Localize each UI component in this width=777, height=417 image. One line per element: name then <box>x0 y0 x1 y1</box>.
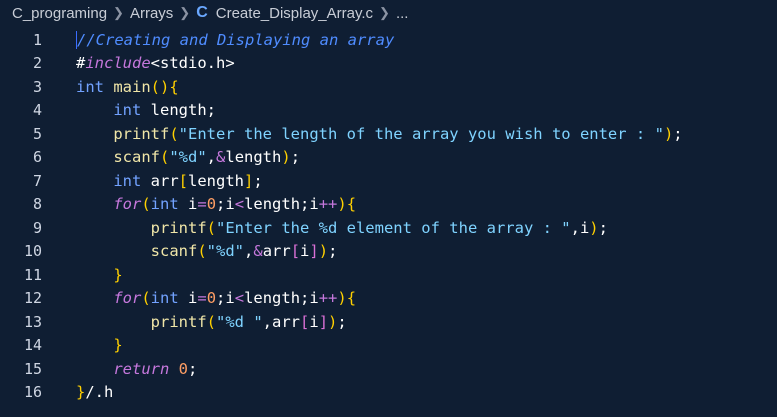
code-line[interactable]: 4 int length; <box>0 99 777 123</box>
code-line-text[interactable]: printf("Enter the length of the array yo… <box>76 125 682 143</box>
line-number: 5 <box>32 124 42 143</box>
line-number: 4 <box>32 101 42 120</box>
breadcrumb-more[interactable]: ... <box>396 5 409 22</box>
line-number: 16 <box>23 383 42 402</box>
code-line[interactable]: 5 printf("Enter the length of the array … <box>0 122 777 146</box>
code-line[interactable]: 12 for(int i=0;i<length;i++){ <box>0 287 777 311</box>
code-line[interactable]: 2 #include<stdio.h> <box>0 52 777 76</box>
code-line[interactable]: 14 } <box>0 334 777 358</box>
line-number: 6 <box>32 148 42 167</box>
line-number: 1 <box>32 30 42 49</box>
code-line[interactable]: 16 }/.h <box>0 381 777 405</box>
chevron-right-icon: ❯ <box>113 5 124 20</box>
code-line-text[interactable]: }/.h <box>76 383 113 401</box>
line-number: 14 <box>23 336 42 355</box>
code-line[interactable]: 1 //Creating and Displaying an array <box>0 28 777 52</box>
code-line-text[interactable]: int main(){ <box>76 78 179 96</box>
code-line-text[interactable]: for(int i=0;i<length;i++){ <box>76 289 356 307</box>
code-line[interactable]: 7 int arr[length]; <box>0 169 777 193</box>
code-line-text[interactable]: scanf("%d",&length); <box>76 148 300 166</box>
line-number: 9 <box>32 218 42 237</box>
code-line-text[interactable]: } <box>76 336 122 354</box>
breadcrumb-folder[interactable]: C_programing <box>12 5 107 22</box>
line-number: 15 <box>23 359 42 378</box>
line-number: 2 <box>32 54 42 73</box>
code-editor[interactable]: 1 //Creating and Displaying an array 2 #… <box>0 26 777 404</box>
code-line-text[interactable]: for(int i=0;i<length;i++){ <box>76 195 356 213</box>
chevron-right-icon: ❯ <box>179 5 191 20</box>
code-line[interactable]: 13 printf("%d ",arr[i]); <box>0 310 777 334</box>
code-line[interactable]: 15 return 0; <box>0 357 777 381</box>
code-line-text[interactable]: int length; <box>76 101 216 119</box>
breadcrumb-subfolder[interactable]: Arrays <box>130 5 173 22</box>
code-line[interactable]: 3 int main(){ <box>0 75 777 99</box>
code-line-text[interactable]: scanf("%d",&arr[i]); <box>76 242 338 260</box>
line-number: 3 <box>32 77 42 96</box>
line-number: 13 <box>23 312 42 331</box>
code-line-text[interactable]: int arr[length]; <box>76 172 262 190</box>
code-line[interactable]: 9 printf("Enter the %d element of the ar… <box>0 216 777 240</box>
code-line-text[interactable]: } <box>76 266 122 284</box>
chevron-right-icon: ❯ <box>379 5 390 20</box>
code-line-text[interactable]: printf("Enter the %d element of the arra… <box>76 219 608 237</box>
line-number: 12 <box>23 289 42 308</box>
breadcrumb: C_programing ❯ Arrays ❯ C Create_Display… <box>0 0 777 26</box>
line-number: 11 <box>23 265 42 284</box>
c-file-icon: C <box>196 4 208 21</box>
line-number: 8 <box>32 195 42 214</box>
code-line[interactable]: 8 for(int i=0;i<length;i++){ <box>0 193 777 217</box>
code-line-text[interactable]: #include<stdio.h> <box>76 54 235 72</box>
breadcrumb-file[interactable]: Create_Display_Array.c <box>216 5 373 22</box>
code-line[interactable]: 11 } <box>0 263 777 287</box>
line-number: 7 <box>32 171 42 190</box>
line-number: 10 <box>23 242 42 261</box>
code-line[interactable]: 6 scanf("%d",&length); <box>0 146 777 170</box>
code-line-text[interactable]: return 0; <box>76 360 197 378</box>
code-line-text[interactable]: //Creating and Displaying an array <box>76 30 394 49</box>
code-line-text[interactable]: printf("%d ",arr[i]); <box>76 313 347 331</box>
code-line[interactable]: 10 scanf("%d",&arr[i]); <box>0 240 777 264</box>
